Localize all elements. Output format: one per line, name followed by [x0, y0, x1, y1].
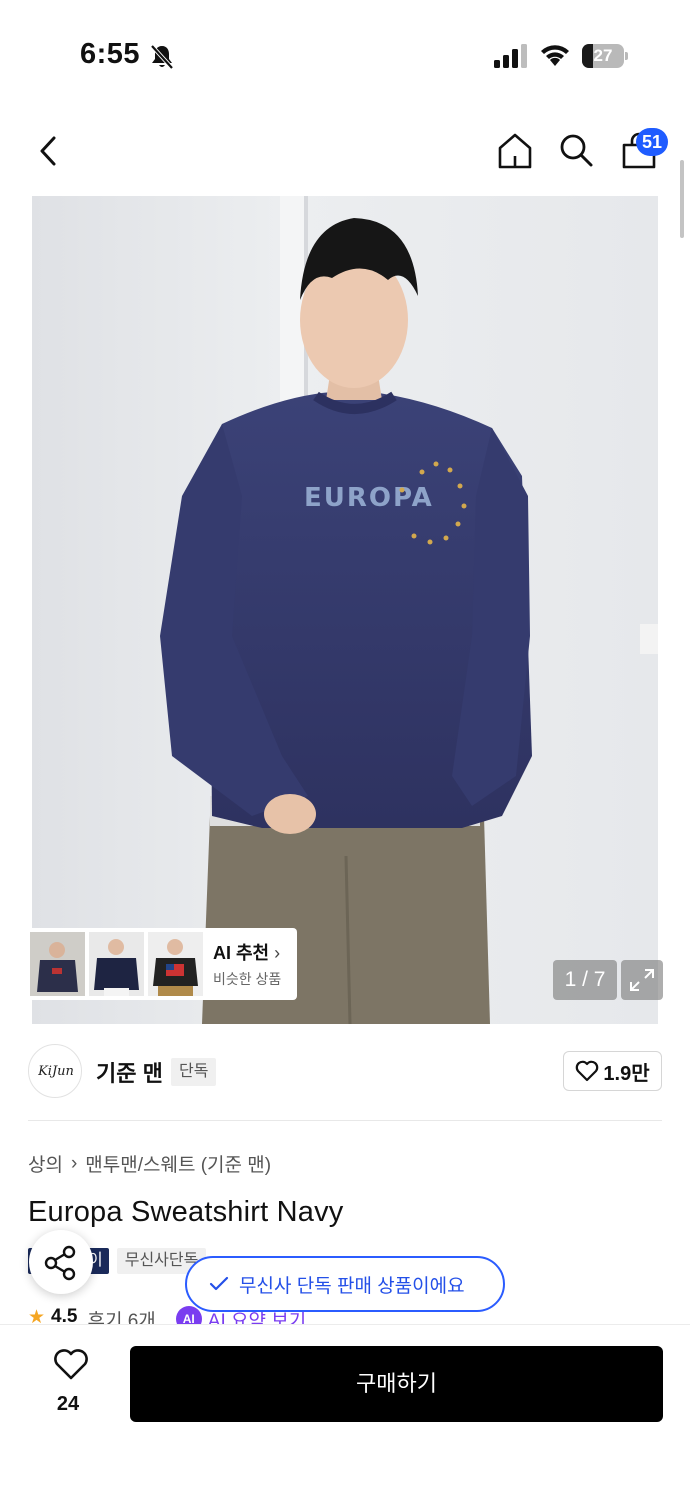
chevron-right-icon: ›	[274, 943, 281, 963]
toast-message: 무신사 단독 판매 상품이에요	[239, 1275, 465, 1297]
cart-count-badge: 51	[636, 128, 669, 156]
search-icon[interactable]	[558, 132, 594, 168]
heart-icon	[576, 1060, 599, 1082]
home-icon[interactable]	[496, 132, 534, 170]
brand-like-button[interactable]: 1.9만	[563, 1051, 662, 1091]
brand-logo[interactable]: KiJun	[28, 1044, 82, 1098]
brand-name[interactable]: 기준 맨	[96, 1056, 163, 1088]
product-photo: EUROPA	[32, 196, 658, 1024]
signal-icon	[494, 44, 527, 68]
check-icon	[209, 1276, 229, 1291]
bottom-action-bar: 24 구매하기	[0, 1324, 690, 1500]
recommend-thumbnail-3[interactable]	[148, 932, 203, 996]
product-title: Europa Sweatshirt Navy	[28, 1196, 344, 1228]
battery-level: 27	[593, 46, 613, 65]
top-nav	[0, 110, 690, 194]
ai-recommend-title: AI 추천	[213, 943, 270, 963]
chevron-right-icon: ›	[70, 1152, 78, 1174]
wifi-icon	[541, 45, 569, 66]
image-page-counter: 1 / 7	[553, 960, 617, 1000]
breadcrumb: 상의 › 맨투맨/스웨트 (기준 맨)	[28, 1150, 271, 1177]
divider	[28, 1120, 662, 1121]
ai-badge-icon: AI	[175, 1306, 202, 1326]
buy-button[interactable]: 구매하기	[130, 1346, 663, 1422]
recommend-thumbnail-1[interactable]	[30, 932, 85, 996]
exclusive-toast: 무신사 단독 판매 상품이에요	[185, 1256, 505, 1312]
brand-exclusive-tag: 단독	[171, 1058, 217, 1086]
battery-icon: 27	[582, 44, 628, 68]
share-icon	[44, 1245, 76, 1281]
recommend-thumbnail-2[interactable]	[89, 932, 144, 996]
ai-recommend-subtitle: 비슷한 상품	[213, 971, 282, 987]
heart-icon	[54, 1349, 88, 1380]
star-icon: ★	[28, 1307, 46, 1326]
breadcrumb-category[interactable]: 상의	[28, 1150, 63, 1177]
rating-value: 4.5	[51, 1306, 78, 1326]
wishlist-button[interactable]: 24	[44, 1349, 92, 1429]
scrollbar[interactable]	[680, 160, 684, 238]
breadcrumb-subcategory[interactable]: 맨투맨/스웨트 (기준 맨)	[85, 1150, 271, 1177]
chevron-left-icon[interactable]	[34, 134, 62, 168]
bell-slash-icon	[150, 44, 174, 70]
ai-recommend-card[interactable]: AI 추천 › 비슷한 상품	[26, 928, 297, 1000]
brand-row: KiJun 기준 맨 단독 1.9만	[28, 1042, 662, 1100]
status-time: 6:55	[80, 38, 141, 70]
status-bar: 6:55 27	[0, 0, 690, 110]
expand-icon	[630, 969, 654, 991]
wishlist-count: 24	[56, 1393, 80, 1415]
review-count[interactable]: 후기 6개	[87, 1306, 155, 1326]
europa-print: EUROPA	[304, 483, 434, 513]
expand-image-button[interactable]	[621, 960, 663, 1000]
brand-like-count: 1.9만	[603, 1062, 650, 1085]
share-button[interactable]	[29, 1230, 93, 1294]
product-image[interactable]: EUROPA	[32, 196, 658, 1024]
